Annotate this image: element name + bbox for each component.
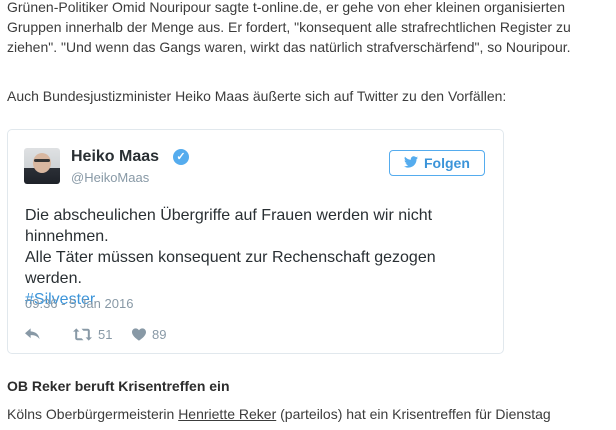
- heart-icon: [132, 327, 146, 341]
- follow-label: Folgen: [424, 155, 470, 171]
- article-paragraph-maas-intro: Auch Bundesjustizminister Heiko Maas äuß…: [7, 88, 507, 104]
- tweet-line-1: Die abscheulichen Übergriffe auf Frauen …: [25, 207, 433, 245]
- retweet-button[interactable]: 51: [73, 325, 112, 343]
- like-count: 89: [152, 326, 167, 342]
- tweet-author-handle[interactable]: @HeikoMaas: [71, 170, 149, 185]
- like-button[interactable]: 89: [132, 325, 166, 343]
- article-paragraph-reker: Kölns Oberbürgermeisterin Henriette Reke…: [7, 404, 602, 424]
- reply-button[interactable]: [25, 325, 40, 343]
- tweet-author-name[interactable]: Heiko Maas: [71, 148, 159, 166]
- section-heading: OB Reker beruft Krisentreffen ein: [7, 378, 230, 394]
- retweet-count: 51: [98, 326, 113, 342]
- embedded-tweet: Heiko Maas ✓ @HeikoMaas Folgen Die absch…: [7, 129, 504, 354]
- henriette-reker-link[interactable]: Henriette Reker: [178, 406, 276, 422]
- avatar[interactable]: [24, 148, 60, 184]
- article-paragraph-nouripour: Grünen-Politiker Omid Nouripour sagte t-…: [7, 0, 571, 55]
- tweet-text: Die abscheulichen Übergriffe auf Frauen …: [25, 205, 495, 310]
- reply-icon: [25, 328, 40, 340]
- twitter-bird-icon: [404, 152, 418, 176]
- follow-button[interactable]: Folgen: [389, 150, 485, 176]
- retweet-icon: [73, 327, 92, 341]
- tweet-date[interactable]: 09:36 - 5 Jan 2016: [25, 296, 133, 311]
- verified-badge-icon: ✓: [173, 149, 189, 165]
- reker-text-after: (parteilos) hat ein Krisentreffen für Di…: [276, 406, 551, 422]
- tweet-line-2: Alle Täter müssen konsequent zur Rechens…: [25, 249, 436, 287]
- avatar-face: [33, 153, 51, 173]
- reker-text-before: Kölns Oberbürgermeisterin: [7, 406, 179, 422]
- avatar-glasses: [34, 159, 50, 162]
